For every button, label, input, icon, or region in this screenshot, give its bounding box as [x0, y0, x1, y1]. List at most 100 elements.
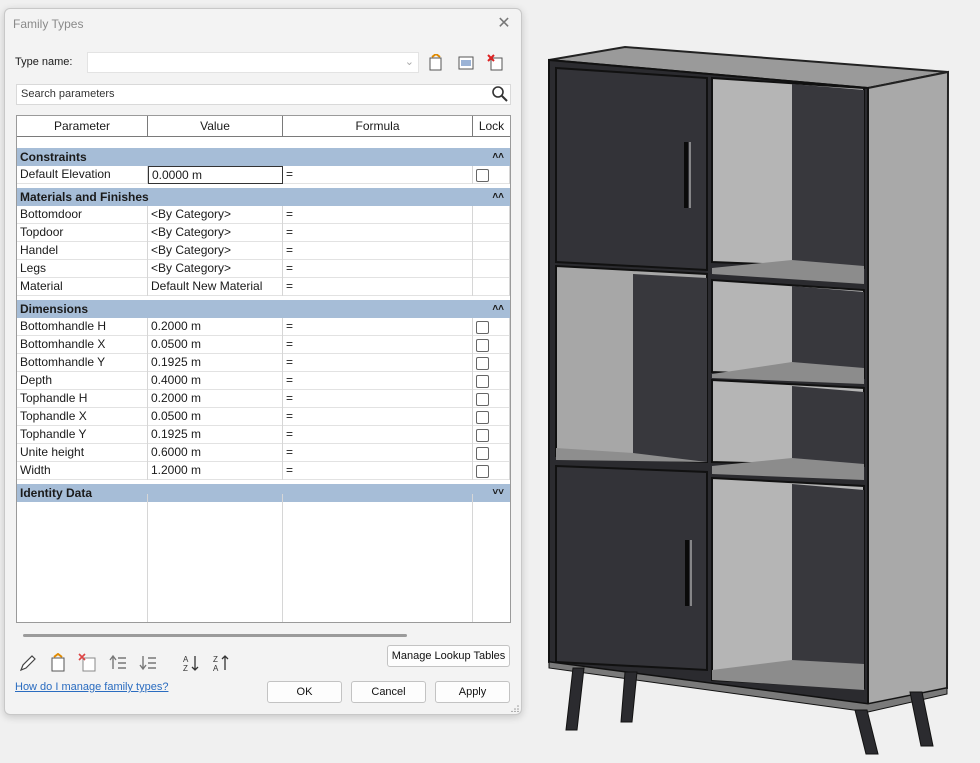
- column-divider: [147, 494, 148, 622]
- column-header-formula[interactable]: Formula: [283, 116, 473, 137]
- sort-ascending-icon[interactable]: AZ: [181, 653, 201, 673]
- sort-descending-icon[interactable]: ZA: [211, 653, 231, 673]
- manage-lookup-tables-button[interactable]: Manage Lookup Tables: [387, 645, 510, 667]
- lock-checkbox[interactable]: [476, 169, 489, 182]
- search-icon[interactable]: [491, 85, 509, 106]
- formula-cell[interactable]: =: [283, 242, 473, 260]
- parameter-name: Tophandle Y: [17, 426, 148, 444]
- formula-cell[interactable]: =: [283, 318, 473, 336]
- group-constraints[interactable]: Constraints ˄˄: [17, 148, 510, 166]
- cancel-button[interactable]: Cancel: [351, 681, 426, 703]
- value-cell[interactable]: 0.0500 m: [148, 336, 283, 354]
- lock-checkbox[interactable]: [476, 447, 489, 460]
- move-down-icon[interactable]: [138, 653, 158, 673]
- value-cell[interactable]: 1.2000 m: [148, 462, 283, 480]
- lock-cell: [473, 354, 510, 372]
- formula-cell[interactable]: =: [283, 336, 473, 354]
- lock-checkbox[interactable]: [476, 321, 489, 334]
- value-cell[interactable]: <By Category>: [148, 260, 283, 278]
- lock-checkbox[interactable]: [476, 339, 489, 352]
- table-row[interactable]: Bottomdoor <By Category> =: [17, 206, 510, 224]
- dialog-titlebar[interactable]: Family Types ✕: [5, 9, 521, 39]
- value-cell[interactable]: 0.4000 m: [148, 372, 283, 390]
- formula-cell[interactable]: =: [283, 372, 473, 390]
- table-row[interactable]: Bottomhandle Y 0.1925 m =: [17, 354, 510, 372]
- move-up-icon[interactable]: [108, 653, 128, 673]
- lock-cell: [473, 372, 510, 390]
- value-cell[interactable]: 0.2000 m: [148, 390, 283, 408]
- table-row[interactable]: Bottomhandle X 0.0500 m =: [17, 336, 510, 354]
- new-type-icon[interactable]: [427, 52, 445, 72]
- formula-cell[interactable]: =: [283, 390, 473, 408]
- value-input[interactable]: 0.0000 m: [148, 166, 283, 184]
- column-header-value[interactable]: Value: [148, 116, 283, 137]
- rename-type-icon[interactable]: [457, 54, 475, 72]
- delete-type-icon[interactable]: [487, 54, 505, 72]
- lock-cell: [473, 242, 510, 260]
- search-parameters-input[interactable]: Search parameters: [16, 84, 511, 105]
- group-identity-data[interactable]: Identity Data ˅˅: [17, 484, 510, 502]
- value-cell[interactable]: Default New Material: [148, 278, 283, 296]
- type-name-dropdown[interactable]: ⌄: [87, 52, 419, 73]
- table-row[interactable]: Tophandle H 0.2000 m =: [17, 390, 510, 408]
- resize-grip-icon[interactable]: [511, 704, 519, 712]
- expand-icon[interactable]: ˅˅: [492, 484, 504, 502]
- table-row[interactable]: Default Elevation 0.0000 m =: [17, 166, 510, 184]
- collapse-icon[interactable]: ˄˄: [492, 148, 504, 166]
- parameter-name: Handel: [17, 242, 148, 260]
- help-link[interactable]: How do I manage family types?: [15, 681, 168, 693]
- formula-cell[interactable]: =: [283, 426, 473, 444]
- table-row[interactable]: Tophandle Y 0.1925 m =: [17, 426, 510, 444]
- lock-checkbox[interactable]: [476, 411, 489, 424]
- horizontal-scrollbar-thumb[interactable]: [23, 634, 407, 637]
- lock-cell: [473, 166, 510, 184]
- table-row[interactable]: Depth 0.4000 m =: [17, 372, 510, 390]
- column-header-lock[interactable]: Lock: [473, 116, 510, 137]
- value-cell[interactable]: 0.0500 m: [148, 408, 283, 426]
- table-row[interactable]: Material Default New Material =: [17, 278, 510, 296]
- cabinet-leg: [620, 671, 638, 723]
- value-cell[interactable]: <By Category>: [148, 224, 283, 242]
- lock-checkbox[interactable]: [476, 375, 489, 388]
- table-row[interactable]: Topdoor <By Category> =: [17, 224, 510, 242]
- lock-checkbox[interactable]: [476, 465, 489, 478]
- value-cell[interactable]: 0.1925 m: [148, 354, 283, 372]
- close-icon[interactable]: ✕: [493, 13, 515, 35]
- collapse-icon[interactable]: ˄˄: [492, 300, 504, 318]
- ok-button[interactable]: OK: [267, 681, 342, 703]
- parameter-name: Tophandle X: [17, 408, 148, 426]
- parameter-name: Legs: [17, 260, 148, 278]
- formula-cell[interactable]: =: [283, 444, 473, 462]
- pencil-icon[interactable]: [18, 653, 38, 673]
- value-cell[interactable]: 0.1925 m: [148, 426, 283, 444]
- table-row[interactable]: Tophandle X 0.0500 m =: [17, 408, 510, 426]
- collapse-icon[interactable]: ˄˄: [492, 188, 504, 206]
- formula-cell[interactable]: =: [283, 166, 473, 184]
- formula-cell[interactable]: =: [283, 462, 473, 480]
- table-row[interactable]: Unite height 0.6000 m =: [17, 444, 510, 462]
- value-cell[interactable]: 0.6000 m: [148, 444, 283, 462]
- group-dimensions[interactable]: Dimensions ˄˄: [17, 300, 510, 318]
- formula-cell[interactable]: =: [283, 224, 473, 242]
- formula-cell[interactable]: =: [283, 260, 473, 278]
- value-cell[interactable]: 0.2000 m: [148, 318, 283, 336]
- column-header-parameter[interactable]: Parameter: [17, 116, 148, 137]
- table-row[interactable]: Handel <By Category> =: [17, 242, 510, 260]
- lock-checkbox[interactable]: [476, 357, 489, 370]
- formula-cell[interactable]: =: [283, 408, 473, 426]
- formula-cell[interactable]: =: [283, 354, 473, 372]
- lock-checkbox[interactable]: [476, 393, 489, 406]
- parameters-grid[interactable]: Parameter Value Formula Lock Constraints…: [16, 115, 511, 623]
- formula-cell[interactable]: =: [283, 278, 473, 296]
- value-cell[interactable]: <By Category>: [148, 242, 283, 260]
- table-row[interactable]: Legs <By Category> =: [17, 260, 510, 278]
- group-materials-and-finishes[interactable]: Materials and Finishes ˄˄: [17, 188, 510, 206]
- value-cell[interactable]: <By Category>: [148, 206, 283, 224]
- new-parameter-icon[interactable]: [48, 652, 68, 673]
- lock-checkbox[interactable]: [476, 429, 489, 442]
- table-row[interactable]: Bottomhandle H 0.2000 m =: [17, 318, 510, 336]
- apply-button[interactable]: Apply: [435, 681, 510, 703]
- table-row[interactable]: Width 1.2000 m =: [17, 462, 510, 480]
- delete-parameter-icon[interactable]: [78, 653, 98, 673]
- formula-cell[interactable]: =: [283, 206, 473, 224]
